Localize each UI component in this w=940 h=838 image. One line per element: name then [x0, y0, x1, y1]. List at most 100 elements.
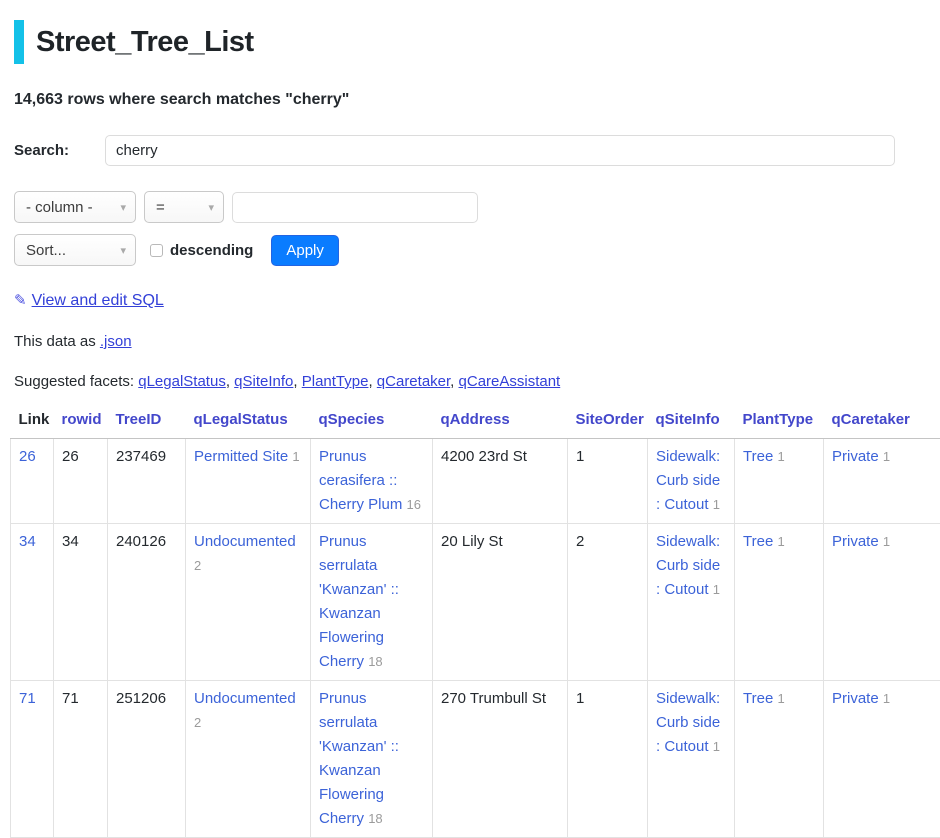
facet-link-qlegalstatus[interactable]: qLegalStatus — [138, 373, 226, 390]
facet-count: 16 — [407, 497, 421, 512]
table-row: 26 26 237469 Permitted Site 1 Prunus cer… — [11, 439, 940, 524]
sort-select[interactable]: Sort... ▾ — [14, 234, 136, 266]
sort-qcaretaker-link[interactable]: qCaretaker — [832, 411, 910, 428]
chevron-down-icon: ▾ — [120, 201, 126, 214]
facet-value-link[interactable]: Undocumented — [194, 690, 296, 707]
sort-select-value: Sort... — [26, 242, 66, 259]
cell-siteorder: 1 — [568, 439, 648, 524]
search-row: Search: — [14, 135, 926, 166]
cell-qsiteinfo: Sidewalk: Curb side : Cutout 1 — [648, 524, 735, 681]
facet-value-link[interactable]: Private — [832, 448, 879, 465]
column-header-qlegalstatus: qLegalStatus — [186, 404, 311, 439]
cell-planttype: Tree 1 — [735, 524, 824, 681]
data-as-prefix: This data as — [14, 333, 100, 350]
sort-qlegalstatus-link[interactable]: qLegalStatus — [194, 411, 288, 428]
sort-rowid-link[interactable]: rowid — [62, 411, 102, 428]
facet-value-link[interactable]: Tree — [743, 690, 773, 707]
cell-qspecies: Prunus serrulata 'Kwanzan' :: Kwanzan Fl… — [311, 524, 433, 681]
facet-count: 1 — [713, 497, 720, 512]
facet-value-link[interactable]: Permitted Site — [194, 448, 288, 465]
cell-qsiteinfo: Sidewalk: Curb side : Cutout 1 — [648, 681, 735, 838]
facet-value-link[interactable]: Sidewalk: Curb side : Cutout — [656, 448, 720, 513]
column-select-value: - column - — [26, 199, 93, 216]
operator-select[interactable]: = ▾ — [144, 191, 224, 223]
cell-qaddress: 270 Trumbull St — [433, 681, 568, 838]
column-header-qaddress: qAddress — [433, 404, 568, 439]
cell-rowid: 26 — [54, 439, 108, 524]
table-row: 71 71 251206 Undocumented 2 Prunus serru… — [11, 681, 940, 838]
facet-link-qsiteinfo[interactable]: qSiteInfo — [234, 373, 293, 390]
facet-count: 1 — [713, 739, 720, 754]
facet-value-link[interactable]: Prunus serrulata 'Kwanzan' :: Kwanzan Fl… — [319, 690, 399, 827]
cell-qaddress: 4200 23rd St — [433, 439, 568, 524]
table-header-row: Link rowid TreeID qLegalStatus qSpecies … — [11, 404, 940, 439]
suggested-facets-line: Suggested facets: qLegalStatus qSiteInfo P… — [14, 373, 926, 390]
filter-value-input[interactable] — [232, 192, 478, 223]
column-header-rowid: rowid — [54, 404, 108, 439]
column-header-qspecies: qSpecies — [311, 404, 433, 439]
facet-count: 1 — [883, 449, 890, 464]
row-link[interactable]: 34 — [19, 533, 36, 550]
column-select[interactable]: - column - ▾ — [14, 191, 136, 223]
cell-qlegalstatus: Undocumented 2 — [186, 681, 311, 838]
facet-count: 2 — [194, 558, 201, 573]
accent-bar — [14, 20, 24, 64]
descending-checkbox[interactable] — [150, 244, 163, 257]
cell-planttype: Tree 1 — [735, 681, 824, 838]
cell-treeid: 240126 — [108, 524, 186, 681]
sort-row: Sort... ▾ descending Apply — [14, 234, 926, 266]
facet-value-link[interactable]: Tree — [743, 533, 773, 550]
facet-value-link[interactable]: Prunus serrulata 'Kwanzan' :: Kwanzan Fl… — [319, 533, 399, 670]
cell-qcaretaker: Private 1 — [824, 439, 940, 524]
cell-siteorder: 2 — [568, 524, 648, 681]
facet-link-qcareassistant[interactable]: qCareAssistant — [459, 373, 561, 390]
apply-button[interactable]: Apply — [271, 235, 339, 266]
sort-qaddress-link[interactable]: qAddress — [441, 411, 510, 428]
facet-link-planttype[interactable]: PlantType — [302, 373, 369, 390]
facet-count: 1 — [883, 691, 890, 706]
facet-value-link[interactable]: Tree — [743, 448, 773, 465]
cell-qcaretaker: Private 1 — [824, 681, 940, 838]
column-header-qcaretaker: qCaretaker — [824, 404, 940, 439]
facet-count: 1 — [777, 449, 784, 464]
facet-value-link[interactable]: Sidewalk: Curb side : Cutout — [656, 690, 720, 755]
sort-planttype-link[interactable]: PlantType — [743, 411, 814, 428]
operator-select-value: = — [156, 199, 165, 216]
facet-link-qcaretaker[interactable]: qCaretaker — [377, 373, 450, 390]
column-header-treeid: TreeID — [108, 404, 186, 439]
facet-count: 18 — [368, 654, 382, 669]
row-link[interactable]: 71 — [19, 690, 36, 707]
row-link[interactable]: 26 — [19, 448, 36, 465]
cell-link: 34 — [11, 524, 54, 681]
facet-value-link[interactable]: Sidewalk: Curb side : Cutout — [656, 533, 720, 598]
facets-prefix: Suggested facets: — [14, 373, 138, 390]
chevron-down-icon: ▾ — [208, 201, 214, 214]
facet-value-link[interactable]: Private — [832, 533, 879, 550]
cell-rowid: 34 — [54, 524, 108, 681]
search-input[interactable] — [105, 135, 895, 166]
page-title: Street_Tree_List — [36, 26, 254, 59]
cell-qlegalstatus: Undocumented 2 — [186, 524, 311, 681]
data-as-line: This data as .json — [14, 333, 926, 350]
cell-link: 26 — [11, 439, 54, 524]
cell-siteorder: 1 — [568, 681, 648, 838]
facet-count: 18 — [368, 811, 382, 826]
facet-count: 2 — [194, 715, 201, 730]
sort-treeid-link[interactable]: TreeID — [116, 411, 162, 428]
cell-qspecies: Prunus serrulata 'Kwanzan' :: Kwanzan Fl… — [311, 681, 433, 838]
cell-treeid: 251206 — [108, 681, 186, 838]
facet-value-link[interactable]: Undocumented — [194, 533, 296, 550]
json-link[interactable]: .json — [100, 333, 132, 350]
table-row: 34 34 240126 Undocumented 2 Prunus serru… — [11, 524, 940, 681]
facet-value-link[interactable]: Private — [832, 690, 879, 707]
sort-siteorder-link[interactable]: SiteOrder — [576, 411, 644, 428]
descending-label: descending — [170, 242, 253, 259]
sort-qsiteinfo-link[interactable]: qSiteInfo — [656, 411, 720, 428]
sort-qspecies-link[interactable]: qSpecies — [319, 411, 385, 428]
cell-qspecies: Prunus cerasifera :: Cherry Plum 16 — [311, 439, 433, 524]
column-header-link: Link — [11, 404, 54, 439]
page: Street_Tree_List 14,663 rows where searc… — [0, 0, 940, 838]
facet-value-link[interactable]: Prunus cerasifera :: Cherry Plum — [319, 448, 402, 513]
title-bar: Street_Tree_List — [14, 20, 926, 64]
view-edit-sql-link[interactable]: View and edit SQL — [32, 292, 164, 309]
